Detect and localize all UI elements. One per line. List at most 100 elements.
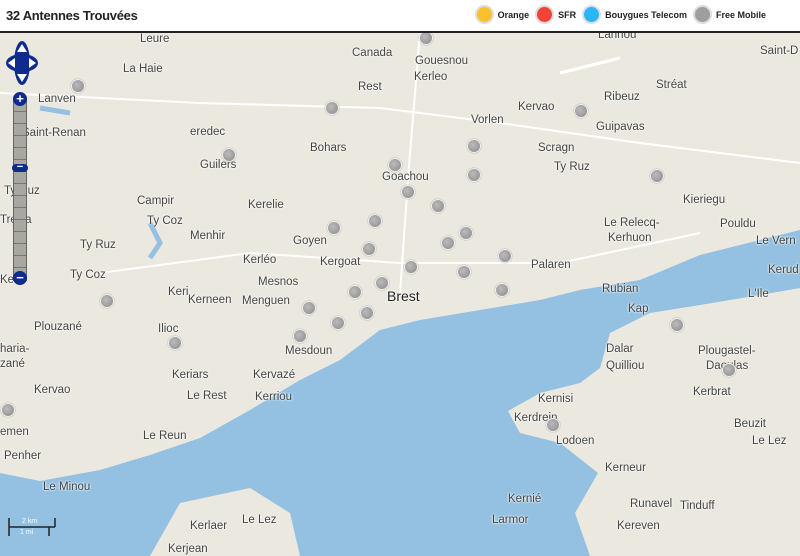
place-label: Le Minou — [43, 481, 91, 493]
place-label: Kerriou — [255, 391, 293, 403]
pan-control[interactable] — [5, 40, 39, 86]
antenna-marker-free-mobile[interactable] — [431, 199, 445, 213]
place-label: Tinduff — [680, 500, 715, 512]
place-label: Ke — [0, 274, 15, 286]
place-label: Kerbrat — [693, 386, 731, 398]
place-label: eredec — [190, 126, 226, 138]
antenna-marker-free-mobile[interactable] — [293, 329, 307, 343]
zoom-in-button[interactable]: + — [13, 92, 27, 106]
legend-color-icon — [474, 5, 494, 24]
antenna-marker-free-mobile[interactable] — [100, 294, 114, 308]
place-label: Kernié — [508, 493, 542, 505]
place-label: Plougastel- — [698, 345, 756, 357]
place-label: Lodoen — [556, 435, 595, 447]
place-label: zané — [0, 358, 25, 370]
antenna-marker-free-mobile[interactable] — [670, 318, 684, 332]
antenna-marker-free-mobile[interactable] — [495, 283, 509, 297]
antenna-marker-free-mobile[interactable] — [401, 185, 415, 199]
place-label: La Haie — [123, 63, 163, 75]
place-label: Kerlaer — [190, 520, 228, 532]
place-label: Penher — [4, 450, 42, 462]
antenna-marker-free-mobile[interactable] — [457, 265, 471, 279]
place-label: Pouldu — [720, 218, 756, 230]
place-label: Canada — [352, 47, 393, 59]
antenna-marker-free-mobile[interactable] — [348, 285, 362, 299]
antenna-marker-free-mobile[interactable] — [368, 214, 382, 228]
place-label: Le Reun — [143, 430, 187, 442]
antenna-marker-free-mobile[interactable] — [222, 148, 236, 162]
antenna-marker-free-mobile[interactable] — [546, 418, 560, 432]
scale-km: 2 km — [22, 518, 38, 525]
place-label: Menguen — [242, 295, 290, 307]
zoom-level-handle[interactable]: − — [12, 162, 28, 173]
place-label: Palaren — [531, 259, 571, 271]
legend-label: Bouygues Telecom — [605, 9, 687, 20]
antenna-marker-free-mobile[interactable] — [362, 242, 376, 256]
place-label: Menhir — [190, 230, 226, 242]
antenna-marker-free-mobile[interactable] — [71, 79, 85, 93]
place-label: Ty Ruz — [554, 161, 590, 173]
zoom-out-button[interactable]: − — [13, 271, 27, 285]
scale-bar: 2 km 1 mi — [8, 516, 58, 540]
legend-color-icon — [692, 5, 712, 24]
place-label: Le Lez — [242, 514, 277, 526]
place-label: Larmor — [492, 514, 529, 526]
place-label: Stréat — [656, 79, 687, 91]
antenna-marker-free-mobile[interactable] — [650, 169, 664, 183]
scale-mi: 1 mi — [20, 529, 34, 536]
antenna-marker-free-mobile[interactable] — [574, 104, 588, 118]
place-label: Kieriegu — [683, 194, 726, 206]
antenna-marker-free-mobile[interactable] — [467, 139, 481, 153]
place-label: Ribeuz — [604, 91, 640, 103]
antenna-marker-free-mobile[interactable] — [1, 403, 15, 417]
antenna-marker-free-mobile[interactable] — [375, 276, 389, 290]
antenna-marker-free-mobile[interactable] — [360, 306, 374, 320]
place-label: Kerneur — [605, 462, 646, 474]
place-label: Ty Coz — [70, 269, 106, 281]
place-label: Le Rest — [187, 390, 227, 402]
legend-color-icon — [582, 5, 602, 24]
place-label: Kap — [628, 303, 649, 315]
place-label: Keri — [168, 286, 189, 298]
legend-item: Free Mobile — [692, 5, 766, 24]
place-label: Kergoat — [320, 256, 361, 268]
place-label: Lannou — [598, 33, 637, 41]
antenna-marker-free-mobile[interactable] — [459, 226, 473, 240]
place-label: Kerud — [768, 264, 799, 276]
place-label: Mesdoun — [285, 345, 333, 357]
legend-label: Orange — [497, 9, 530, 20]
antenna-marker-free-mobile[interactable] — [168, 336, 182, 350]
antenna-marker-free-mobile[interactable] — [331, 316, 345, 330]
results-count-title: 32 Antennes Trouvées — [6, 8, 138, 23]
place-label: Mesnos — [258, 276, 299, 288]
place-label: Beuzit — [734, 418, 766, 430]
antenna-marker-free-mobile[interactable] — [302, 301, 316, 315]
place-label: Ilioc — [158, 323, 179, 335]
place-label: Runavel — [630, 498, 673, 510]
place-label: Kerjean — [168, 543, 208, 555]
antenna-marker-free-mobile[interactable] — [388, 158, 402, 172]
place-label: Vorlen — [471, 114, 504, 126]
antenna-marker-free-mobile[interactable] — [467, 168, 481, 182]
antenna-marker-free-mobile[interactable] — [498, 249, 512, 263]
place-label: Kervazé — [253, 369, 296, 381]
place-label: Saint-D — [760, 45, 799, 57]
place-label: Le Relecq- — [604, 217, 660, 229]
map[interactable]: Leure Canada Gouesnou Lannou Saint-D La Haie L… — [0, 33, 800, 556]
header: 32 Antennes Trouvées Orange SFR Bouygues T… — [0, 0, 800, 33]
place-label: Kervao — [34, 384, 71, 396]
antenna-marker-free-mobile[interactable] — [722, 363, 736, 377]
antenna-marker-free-mobile[interactable] — [441, 236, 455, 250]
place-label: Le Vern — [756, 235, 796, 247]
legend-item: SFR — [535, 5, 576, 24]
place-label: Ty Ruz — [80, 239, 116, 251]
zoom-slider[interactable] — [13, 99, 27, 281]
place-label: Kerhuon — [608, 232, 652, 244]
antenna-marker-free-mobile[interactable] — [404, 260, 418, 274]
place-label: Leure — [140, 33, 170, 45]
antenna-marker-free-mobile[interactable] — [325, 101, 339, 115]
legend-label: Free Mobile — [715, 9, 766, 20]
antenna-marker-free-mobile[interactable] — [327, 221, 341, 235]
place-label: Plouzané — [34, 321, 82, 333]
place-label: Campir — [137, 195, 175, 207]
